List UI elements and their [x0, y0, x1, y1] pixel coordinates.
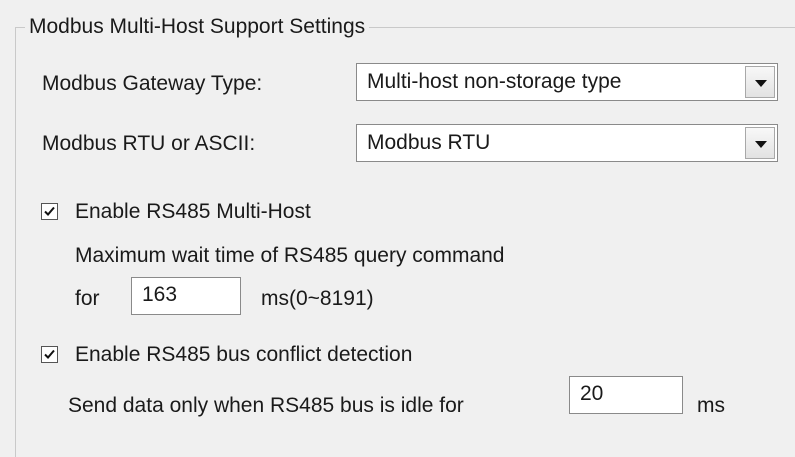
idle-time-input[interactable]: [569, 376, 683, 414]
rtu-ascii-dropdown[interactable]: Modbus RTU: [356, 124, 778, 162]
enable-multi-host-checkbox[interactable]: [41, 203, 58, 220]
chevron-down-icon[interactable]: [745, 66, 775, 98]
idle-unit-label: ms: [697, 394, 725, 417]
for-label: for: [75, 287, 100, 310]
group-title: Modbus Multi-Host Support Settings: [25, 14, 370, 40]
idle-description: Send data only when RS485 bus is idle fo…: [68, 394, 464, 417]
chevron-down-icon[interactable]: [745, 127, 775, 159]
enable-multi-host-label[interactable]: Enable RS485 Multi-Host: [75, 199, 311, 225]
checkmark-icon: [44, 206, 55, 216]
enable-bus-conflict-checkbox[interactable]: [41, 346, 58, 363]
max-wait-field[interactable]: [132, 278, 240, 312]
enable-bus-conflict-label[interactable]: Enable RS485 bus conflict detection: [75, 342, 412, 368]
max-wait-input[interactable]: [131, 277, 241, 315]
rtu-ascii-value: Modbus RTU: [367, 131, 491, 154]
gateway-type-label: Modbus Gateway Type:: [42, 72, 263, 95]
gateway-type-value: Multi-host non-storage type: [367, 70, 622, 93]
checkmark-icon: [44, 349, 55, 359]
max-wait-description: Maximum wait time of RS485 query command: [75, 244, 505, 267]
wait-range-label: ms(0~8191): [261, 287, 374, 310]
idle-time-field[interactable]: [570, 377, 682, 411]
gateway-type-dropdown[interactable]: Multi-host non-storage type: [356, 63, 778, 101]
rtu-ascii-label: Modbus RTU or ASCII:: [42, 132, 256, 155]
